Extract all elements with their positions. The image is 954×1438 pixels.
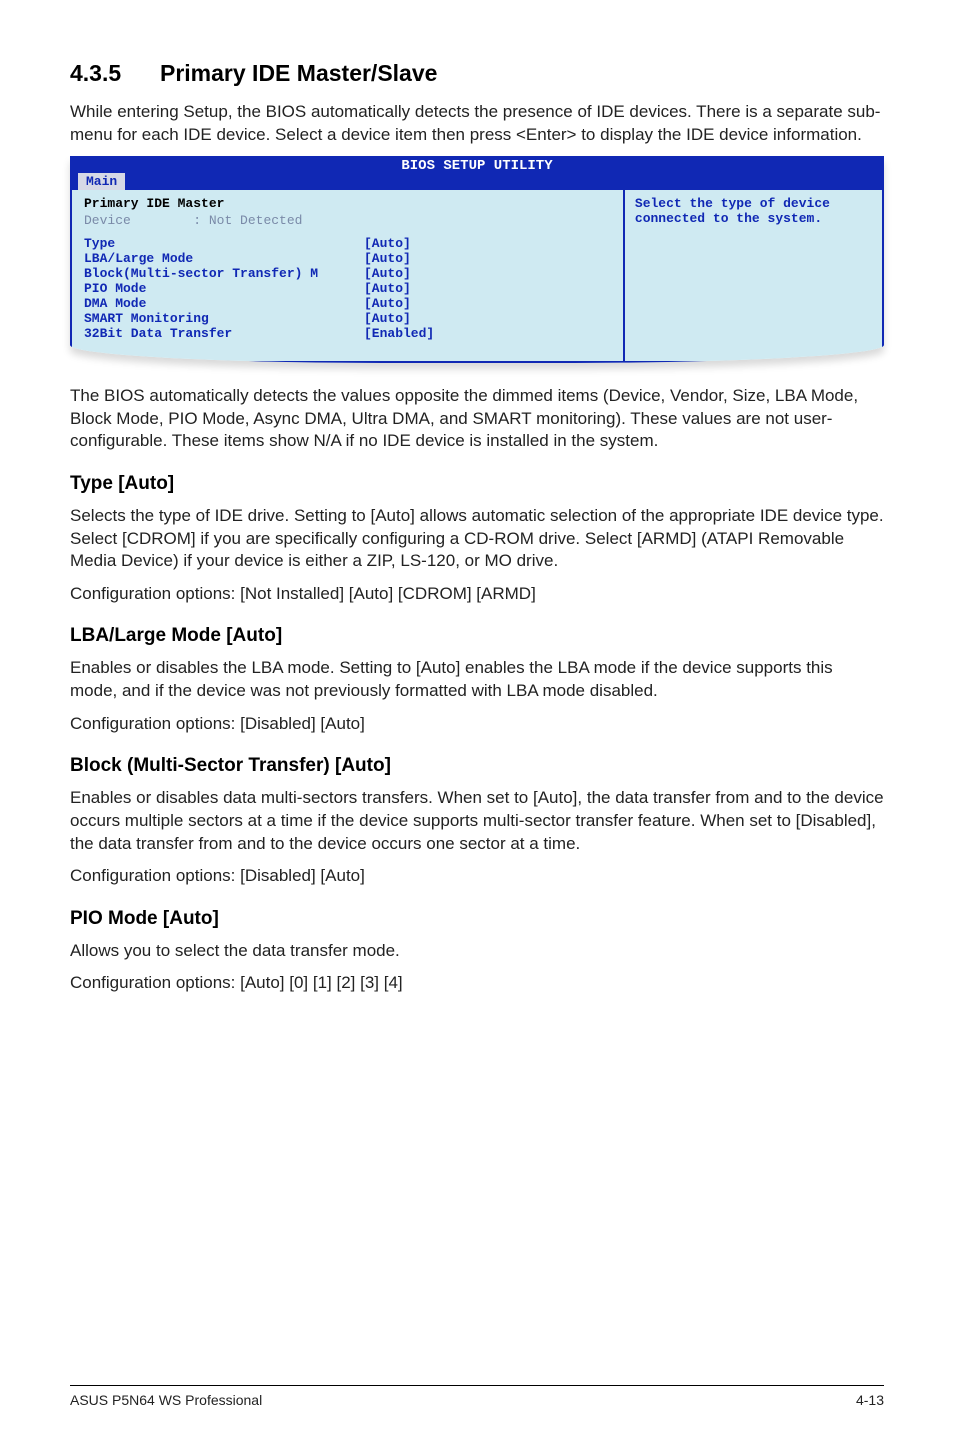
bios-key: DMA Mode (84, 296, 364, 311)
footer-left: ASUS P5N64 WS Professional (70, 1392, 262, 1408)
bios-device-label: Device (84, 213, 131, 228)
lba-p2: Configuration options: [Disabled] [Auto] (70, 713, 884, 736)
bios-key: Block(Multi-sector Transfer) M (84, 266, 364, 281)
after-bios-paragraph: The BIOS automatically detects the value… (70, 385, 884, 453)
type-p1: Selects the type of IDE drive. Setting t… (70, 505, 884, 573)
bios-body: Primary IDE Master Device : Not Detected… (70, 190, 884, 363)
type-heading: Type [Auto] (70, 473, 884, 495)
bios-device-value: : Not Detected (193, 213, 302, 228)
bios-key: 32Bit Data Transfer (84, 326, 364, 341)
bios-val: [Auto] (364, 236, 411, 251)
section-heading: 4.3.5Primary IDE Master/Slave (70, 60, 884, 87)
section-title: Primary IDE Master/Slave (160, 60, 437, 86)
intro-paragraph: While entering Setup, the BIOS automatic… (70, 101, 884, 146)
bios-val: [Auto] (364, 266, 411, 281)
type-p2: Configuration options: [Not Installed] [… (70, 583, 884, 606)
bios-row: Block(Multi-sector Transfer) M[Auto] (84, 266, 611, 281)
footer-right: 4-13 (856, 1392, 884, 1408)
bios-val: [Auto] (364, 281, 411, 296)
bios-row: LBA/Large Mode[Auto] (84, 251, 611, 266)
pio-p2: Configuration options: [Auto] [0] [1] [2… (70, 972, 884, 995)
bios-key: PIO Mode (84, 281, 364, 296)
page-footer: ASUS P5N64 WS Professional 4-13 (70, 1385, 884, 1408)
bios-left-pane: Primary IDE Master Device : Not Detected… (72, 190, 625, 361)
bios-help-pane: Select the type of device connected to t… (625, 190, 882, 361)
pio-heading: PIO Mode [Auto] (70, 908, 884, 930)
pio-p1: Allows you to select the data transfer m… (70, 940, 884, 963)
block-p2: Configuration options: [Disabled] [Auto] (70, 865, 884, 888)
bios-row: 32Bit Data Transfer[Enabled] (84, 326, 611, 341)
lba-p1: Enables or disables the LBA mode. Settin… (70, 657, 884, 702)
bios-val: [Auto] (364, 251, 411, 266)
bios-val: [Enabled] (364, 326, 434, 341)
block-heading: Block (Multi-Sector Transfer) [Auto] (70, 755, 884, 777)
bios-row: DMA Mode[Auto] (84, 296, 611, 311)
bios-key: Type (84, 236, 364, 251)
bios-title: BIOS SETUP UTILITY (401, 158, 552, 174)
section-number: 4.3.5 (70, 60, 160, 87)
bios-val: [Auto] (364, 311, 411, 326)
block-p1: Enables or disables data multi-sectors t… (70, 787, 884, 855)
bios-key: LBA/Large Mode (84, 251, 364, 266)
bios-tab-main: Main (78, 173, 125, 190)
bios-panel-title: Primary IDE Master (84, 196, 611, 211)
bios-row: PIO Mode[Auto] (84, 281, 611, 296)
bios-key: SMART Monitoring (84, 311, 364, 326)
bios-row: Type[Auto] (84, 236, 611, 251)
lba-heading: LBA/Large Mode [Auto] (70, 625, 884, 647)
bios-row: SMART Monitoring[Auto] (84, 311, 611, 326)
bios-device-row: Device : Not Detected (84, 213, 611, 228)
bios-screenshot: BIOS SETUP UTILITY Main Primary IDE Mast… (70, 156, 884, 363)
bios-header: BIOS SETUP UTILITY Main (70, 156, 884, 190)
bios-val: [Auto] (364, 296, 411, 311)
